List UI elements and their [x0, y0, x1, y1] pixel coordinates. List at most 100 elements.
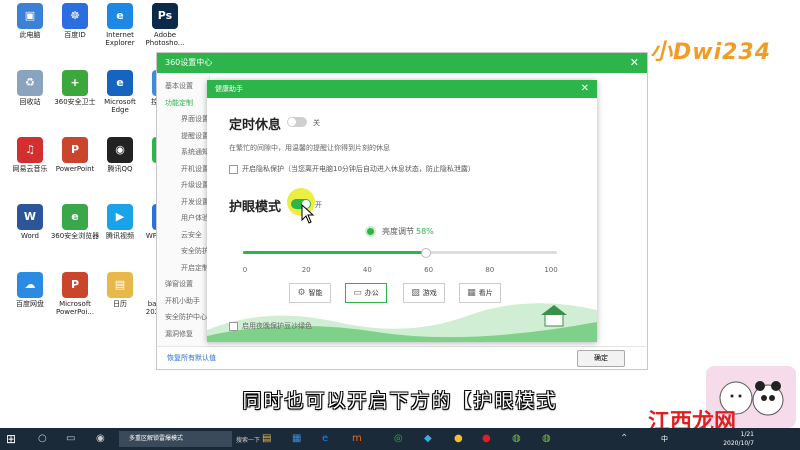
clock[interactable]: 1/21 2020/10/7	[723, 430, 754, 448]
task-view-icon[interactable]: ▭	[66, 433, 75, 445]
dialog-title: 健康助手	[215, 85, 243, 93]
settings-window-titlebar: 360设置中心 ✕	[157, 53, 647, 73]
restore-defaults-link[interactable]: 恢复所有默认值	[167, 353, 216, 363]
close-icon[interactable]: ✕	[630, 53, 639, 73]
sidebar-item[interactable]: 基本设置	[165, 81, 193, 91]
close-icon[interactable]: ✕	[581, 80, 589, 98]
folder-icon[interactable]: ▤	[262, 433, 271, 445]
xiaomi-icon[interactable]: m	[352, 433, 362, 445]
night-protect-checkbox[interactable]	[229, 321, 238, 331]
desktop-icon-label: 360安全浏览器	[50, 232, 100, 240]
store-icon[interactable]: ▦	[292, 433, 301, 445]
privacy-option[interactable]: 开启隐私保护（当您离开电脑10分钟后自动进入休息状态，防止隐私泄露）	[229, 164, 475, 174]
privacy-label: 开启隐私保护（当您离开电脑10分钟后自动进入休息状态，防止隐私泄露）	[242, 165, 475, 173]
sidebar-item[interactable]: 漏洞修复	[165, 329, 193, 339]
night-protect-option[interactable]: 启用夜晚保护豆沙绿色	[229, 321, 312, 331]
brightness-tick-label: 60	[424, 266, 434, 274]
360-safe-icon: +	[62, 70, 88, 96]
sidebar-item[interactable]: 弹窗设置	[165, 279, 193, 289]
desktop: ▣ 此电脑 ☸ 百度ID e Internet Explorer Ps Adobe Photo…	[0, 0, 800, 428]
tray-icons[interactable]: ⌃	[620, 433, 628, 445]
brightness-tick-label: 40	[362, 266, 372, 274]
desktop-icon-label: Microsoft PowerPoi...	[55, 300, 95, 316]
app2-taskbar-icon[interactable]: ◍	[542, 433, 551, 445]
eye-mode-title: 护眼模式	[229, 200, 282, 215]
desktop-icon-label: Word	[21, 232, 39, 240]
360-taskbar-icon[interactable]: ◎	[394, 433, 403, 445]
desktop-icon[interactable]: ♫ 网易云音乐	[5, 137, 55, 185]
desktop-icon-label: Microsoft Edge	[104, 98, 136, 114]
ok-button[interactable]: 确定	[577, 350, 625, 367]
sidebar-item[interactable]: 安全防护中心	[165, 312, 207, 322]
desktop-icon[interactable]: ▤ 日历	[95, 272, 145, 320]
sidebar-item[interactable]: 系统通知	[181, 147, 209, 157]
recycle-bin-icon: ♻	[17, 70, 43, 96]
desktop-icon[interactable]: ▶ 腾讯视频	[95, 204, 145, 252]
wechat-taskbar-icon[interactable]: ◍	[512, 433, 521, 445]
browser-taskbar-icon[interactable]: ◉	[96, 433, 105, 445]
computer-icon: ▣	[17, 3, 43, 29]
record-icon[interactable]: ●	[482, 433, 491, 445]
desktop-icon[interactable]: P PowerPoint	[50, 137, 100, 185]
sidebar-item[interactable]: 升级设置	[181, 180, 209, 190]
taskbar-window-item[interactable]: 多重区解锁雷爆模式	[119, 431, 232, 447]
desktop-icon[interactable]: P Microsoft PowerPoi...	[50, 272, 100, 320]
mouse-pointer-icon	[301, 204, 315, 224]
desktop-icon-label: 腾讯视频	[106, 232, 134, 240]
sidebar-item[interactable]: 功能定制	[165, 98, 193, 108]
app-taskbar-icon[interactable]: ◆	[424, 433, 432, 445]
desktop-icon[interactable]: e 360安全浏览器	[50, 204, 100, 252]
sidebar-item[interactable]: 开启定制	[181, 263, 209, 273]
desktop-icon[interactable]: ♻ 回收站	[5, 70, 55, 118]
desktop-icon[interactable]: ☸ 百度ID	[50, 3, 100, 51]
edge-icon: e	[107, 70, 133, 96]
sidebar-item[interactable]: 开发设置	[181, 197, 209, 207]
brightness-slider-fill	[243, 251, 426, 254]
timed-rest-toggle[interactable]	[287, 117, 307, 127]
chrome-taskbar-icon[interactable]: ●	[454, 433, 463, 445]
night-protect-label: 启用夜晚保护豆沙绿色	[242, 322, 312, 330]
desktop-icon-label: PowerPoint	[55, 165, 95, 173]
clock-date: 2020/10/7	[723, 440, 754, 447]
desktop-icon[interactable]: Ps Adobe Photosho...	[140, 3, 190, 51]
tencent-video-icon: ▶	[107, 204, 133, 230]
desktop-icon[interactable]: e Microsoft Edge	[95, 70, 145, 118]
brightness-slider-thumb[interactable]	[421, 248, 432, 258]
desktop-icon[interactable]: ▣ 此电脑	[5, 3, 55, 51]
sidebar-item[interactable]: 开机小助手	[165, 296, 200, 306]
netease-music-icon: ♫	[17, 137, 43, 163]
input-language[interactable]: 中	[661, 434, 668, 444]
desktop-icon[interactable]: ☁ 百度网盘	[5, 272, 55, 320]
sidebar-item[interactable]: 云安全	[181, 230, 202, 240]
settings-window-title: 360设置中心	[165, 58, 213, 67]
privacy-checkbox[interactable]	[229, 164, 238, 174]
baidu-icon: ☸	[62, 3, 88, 29]
edge-taskbar-icon[interactable]: e	[322, 433, 328, 445]
toggle-knob	[288, 118, 296, 126]
brightness-slider[interactable]	[243, 248, 557, 258]
sidebar-item[interactable]: 提醒设置	[181, 131, 209, 141]
sidebar-item[interactable]: 安全防护	[181, 246, 209, 256]
desktop-icon[interactable]: W Word	[5, 204, 55, 252]
timed-rest-title: 定时休息	[229, 118, 282, 133]
desktop-icon-label: 日历	[113, 300, 127, 308]
taskbar-window-label: 多重区解锁雷爆模式	[129, 435, 184, 442]
timed-rest-state: 关	[313, 119, 320, 127]
windows-start-icon[interactable]: ⊞	[6, 432, 16, 446]
desktop-icon[interactable]: e Internet Explorer	[95, 3, 145, 51]
brightness-tick-label: 80	[485, 266, 495, 274]
sidebar-item[interactable]: 开机设置	[181, 164, 209, 174]
desktop-icon[interactable]: ◉ 腾讯QQ	[95, 137, 145, 185]
desktop-icon[interactable]: +360安全卫士	[50, 70, 100, 118]
taskbar-search-button[interactable]: 搜索一下	[236, 435, 260, 447]
brightness-tick-label: 0	[242, 266, 248, 274]
brightness-value: 58%	[416, 227, 434, 236]
search-icon[interactable]: ○	[38, 433, 47, 445]
sidebar-item[interactable]: 界面设置	[181, 114, 209, 124]
desktop-icon-label: Adobe Photosho...	[145, 31, 185, 47]
internet-explorer-icon: e	[107, 3, 133, 29]
word-icon: W	[17, 204, 43, 230]
qq-icon: ◉	[107, 137, 133, 163]
sidebar-item[interactable]: 用户体验	[181, 213, 209, 223]
brightness-row: 亮度调节 58%	[367, 226, 434, 237]
